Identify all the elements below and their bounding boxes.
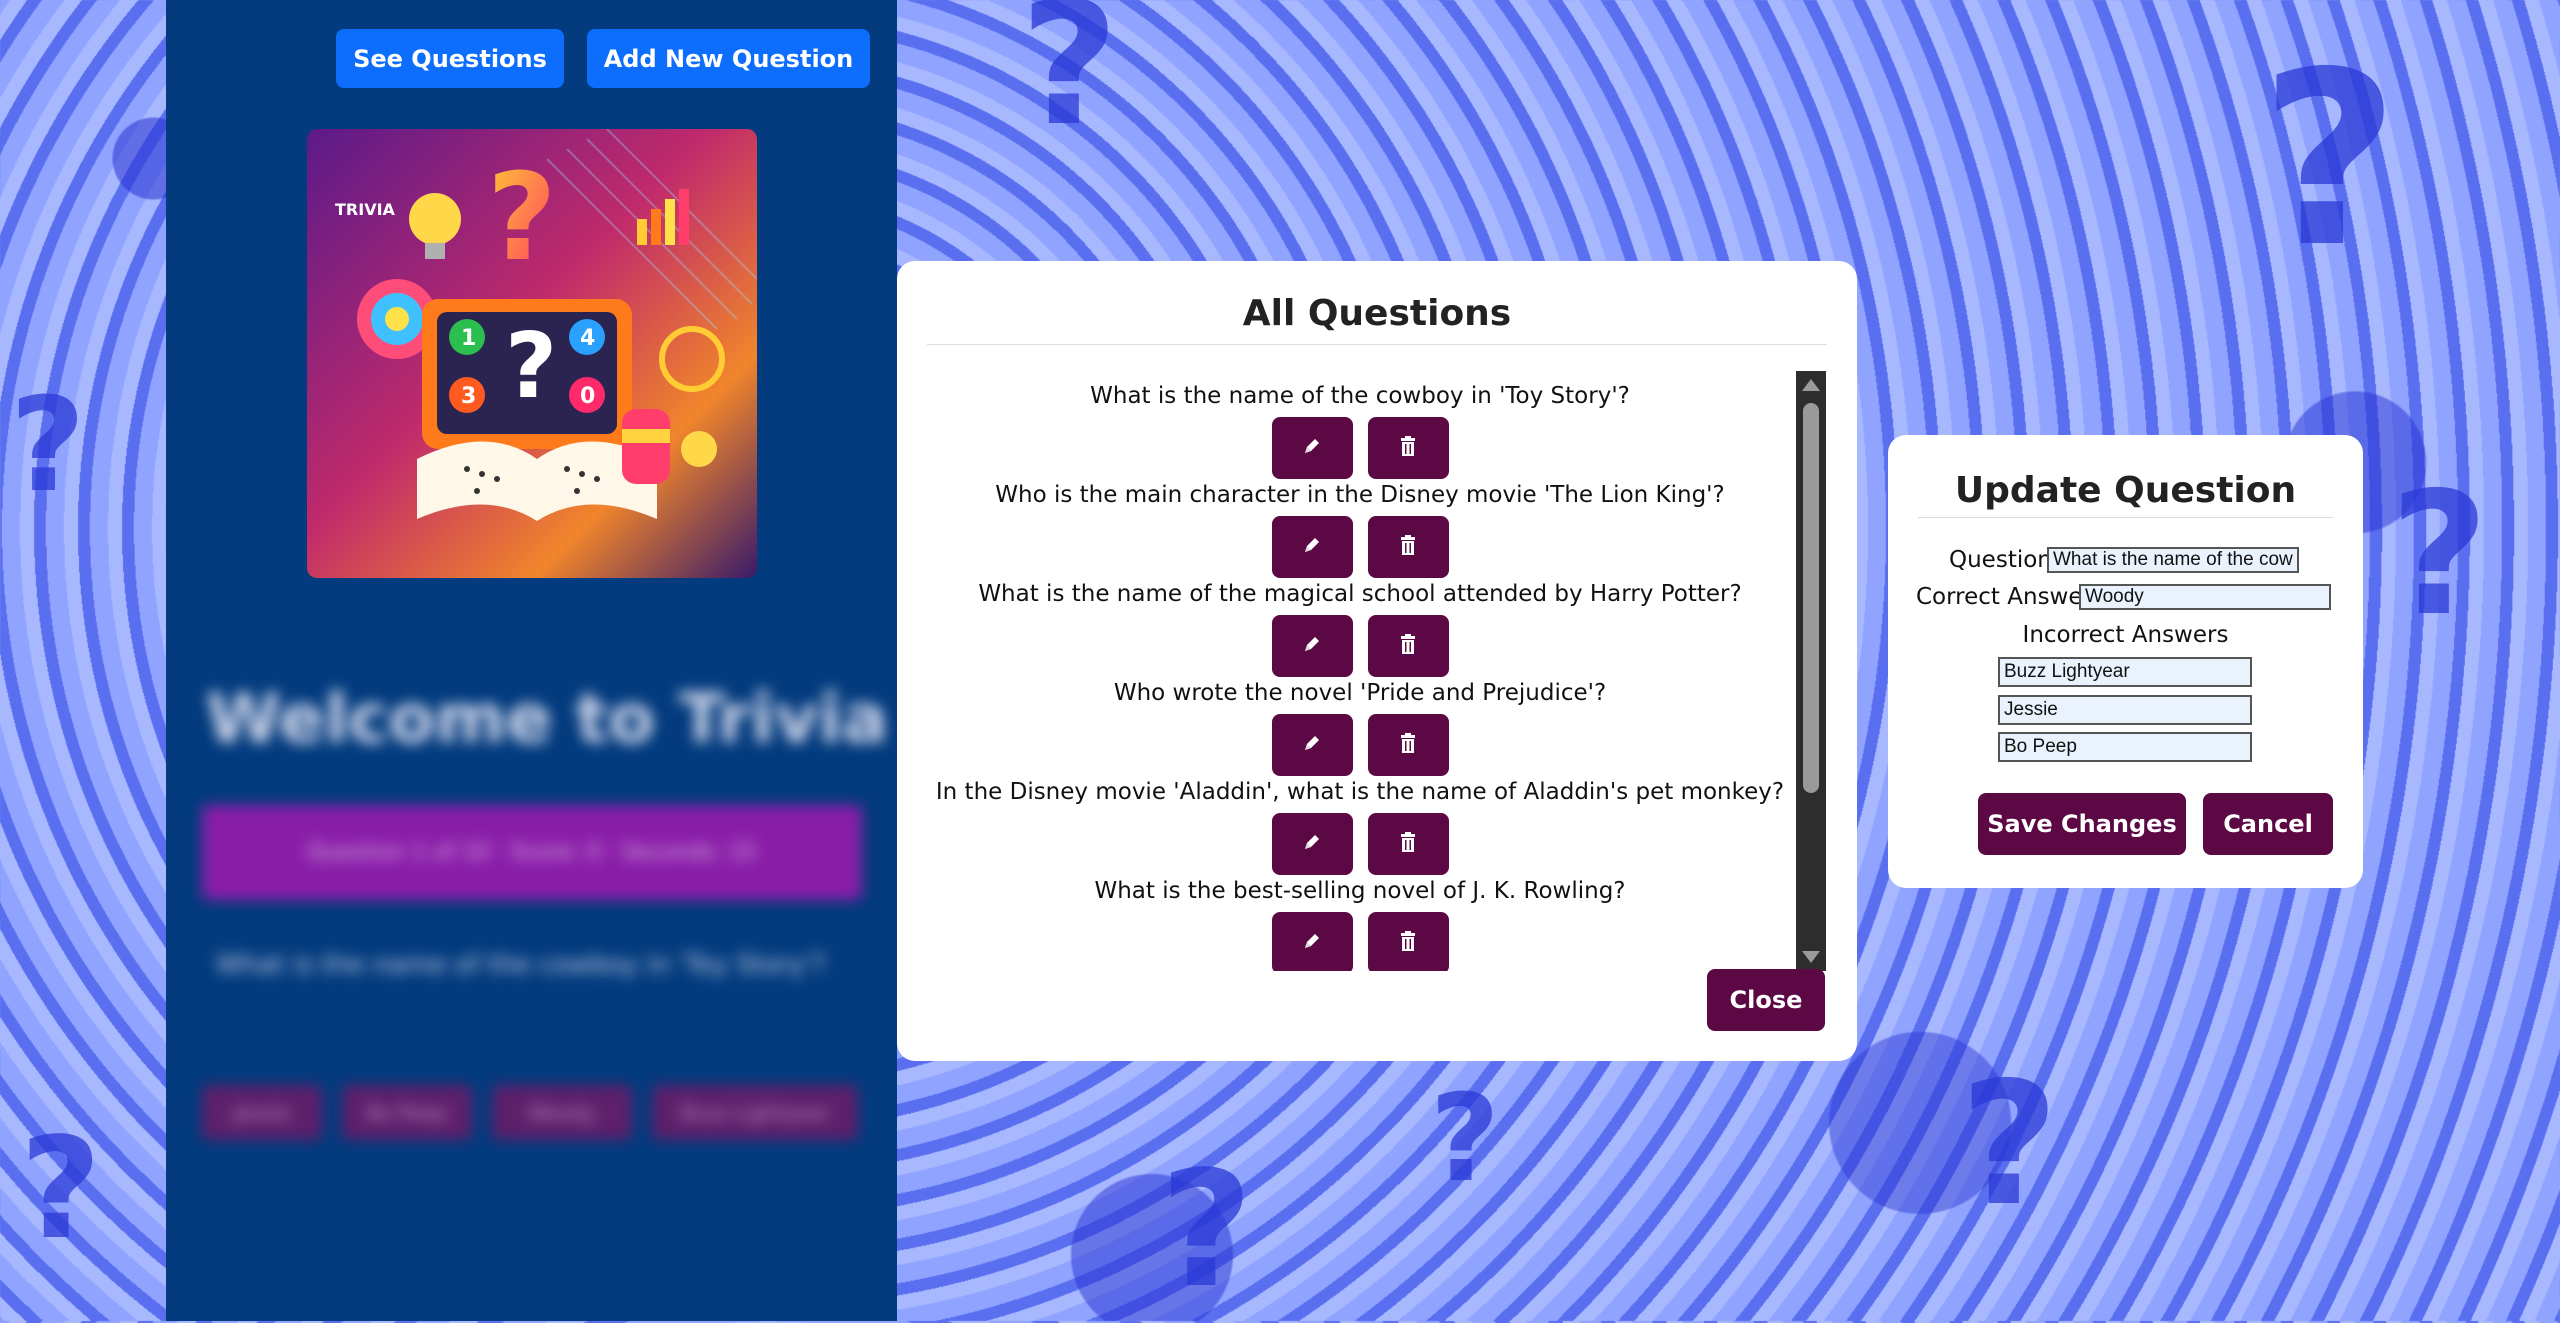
pencil-icon [1302, 634, 1322, 658]
welcome-title: Welcome to Trivia [206, 680, 888, 759]
answer-choice: Buzz Lightyear [652, 1085, 858, 1140]
background-question-mark: ? [2390, 456, 2489, 654]
background-question-mark: ? [2260, 20, 2400, 300]
scroll-down-arrow[interactable] [1802, 951, 1820, 963]
delete-question-button[interactable] [1367, 912, 1449, 971]
trivia-word: TRIVIA [335, 200, 396, 219]
save-changes-button[interactable]: Save Changes [1978, 793, 2186, 855]
question-item: In the Disney movie 'Aladdin', what is t… [927, 767, 1793, 875]
incorrect-answer-input-2[interactable] [1998, 695, 2252, 725]
svg-text:?: ? [487, 149, 557, 288]
answer-choice: Woody [492, 1085, 632, 1140]
trash-icon [1400, 733, 1416, 757]
incorrect-answers-label: Incorrect Answers [2022, 622, 2229, 648]
svg-text:4: 4 [580, 326, 595, 351]
trivia-illustration: TRIVIA ? 1 ? 4 3 0 [307, 129, 757, 578]
left-panel: See Questions Add New Question TRIVIA ? … [166, 0, 897, 1321]
cancel-button[interactable]: Cancel [2203, 793, 2333, 855]
answer-choice: Jessie [202, 1085, 322, 1140]
question-input[interactable] [2047, 547, 2299, 573]
trash-icon [1400, 832, 1416, 856]
background-question-mark: ? [10, 369, 86, 521]
pencil-icon [1302, 832, 1322, 856]
question-item: Who wrote the novel 'Pride and Prejudice… [927, 668, 1793, 776]
edit-question-button[interactable] [1271, 912, 1353, 971]
modal-divider [927, 344, 1827, 345]
trash-icon [1400, 436, 1416, 460]
question-text: Who is the main character in the Disney … [995, 482, 1725, 508]
answer-choice: Bo Peep [342, 1085, 472, 1140]
pencil-icon [1302, 436, 1322, 460]
question-item: Who is the main character in the Disney … [927, 470, 1793, 578]
background-question-mark: ? [20, 1108, 102, 1271]
trash-icon [1400, 931, 1416, 955]
update-question-panel: Update Question Question Correct Answer … [1888, 435, 2363, 888]
all-questions-modal: All Questions What is the name of the co… [897, 261, 1857, 1061]
question-text: Who wrote the novel 'Pride and Prejudice… [1113, 680, 1607, 706]
svg-text:0: 0 [580, 384, 595, 409]
pencil-icon [1302, 535, 1322, 559]
svg-text:3: 3 [461, 384, 476, 409]
background-question-mark: ? [1960, 1046, 2059, 1244]
pencil-icon [1302, 931, 1322, 955]
background-question-mark: ? [1160, 1136, 1253, 1323]
modal-title: All Questions [1242, 293, 1512, 334]
update-title: Update Question [1954, 470, 2297, 511]
question-item: What is the name of the magical school a… [927, 569, 1793, 677]
question-text: What is the name of the magical school a… [978, 581, 1742, 607]
svg-text:1: 1 [461, 326, 476, 351]
trash-icon [1400, 535, 1416, 559]
incorrect-answer-input-3[interactable] [1998, 732, 2252, 762]
question-item: What is the name of the cowboy in 'Toy S… [927, 371, 1793, 479]
question-text: What is the name of the cowboy in 'Toy S… [1090, 383, 1630, 409]
question-text: In the Disney movie 'Aladdin', what is t… [935, 779, 1785, 805]
update-divider [1918, 517, 2333, 518]
close-button[interactable]: Close [1707, 969, 1825, 1031]
scroll-up-arrow[interactable] [1802, 379, 1820, 391]
correct-answer-input[interactable] [2079, 584, 2331, 610]
correct-answer-label: Correct Answer [1916, 584, 2092, 610]
question-actions [927, 912, 1793, 971]
trash-icon [1400, 634, 1416, 658]
svg-text:?: ? [505, 314, 557, 419]
add-new-question-button[interactable]: Add New Question [587, 29, 870, 88]
pencil-icon [1302, 733, 1322, 757]
game-status-bar: Question 1 of 10 · Score: 0 · Seconds: 1… [202, 805, 862, 900]
trivia-illustration-graphic: TRIVIA ? 1 ? 4 3 0 [335, 129, 757, 521]
blurred-home-view: Welcome to Trivia Question 1 of 10 · Sco… [166, 640, 897, 1200]
question-list-scrollbar[interactable] [1796, 371, 1826, 971]
scrollbar-thumb[interactable] [1803, 403, 1819, 793]
question-label: Question [1949, 547, 2052, 573]
incorrect-answer-input-1[interactable] [1998, 657, 2252, 687]
question-list: What is the name of the cowboy in 'Toy S… [927, 371, 1793, 971]
question-item: What is the best-selling novel of J. K. … [927, 866, 1793, 971]
question-text: What is the best-selling novel of J. K. … [1094, 878, 1626, 904]
background-question-mark: ? [1020, 0, 1119, 164]
see-questions-button[interactable]: See Questions [336, 29, 564, 88]
background-question-mark: ? [1430, 1070, 1500, 1209]
current-question: What is the name of the cowboy in 'Toy S… [216, 950, 827, 980]
